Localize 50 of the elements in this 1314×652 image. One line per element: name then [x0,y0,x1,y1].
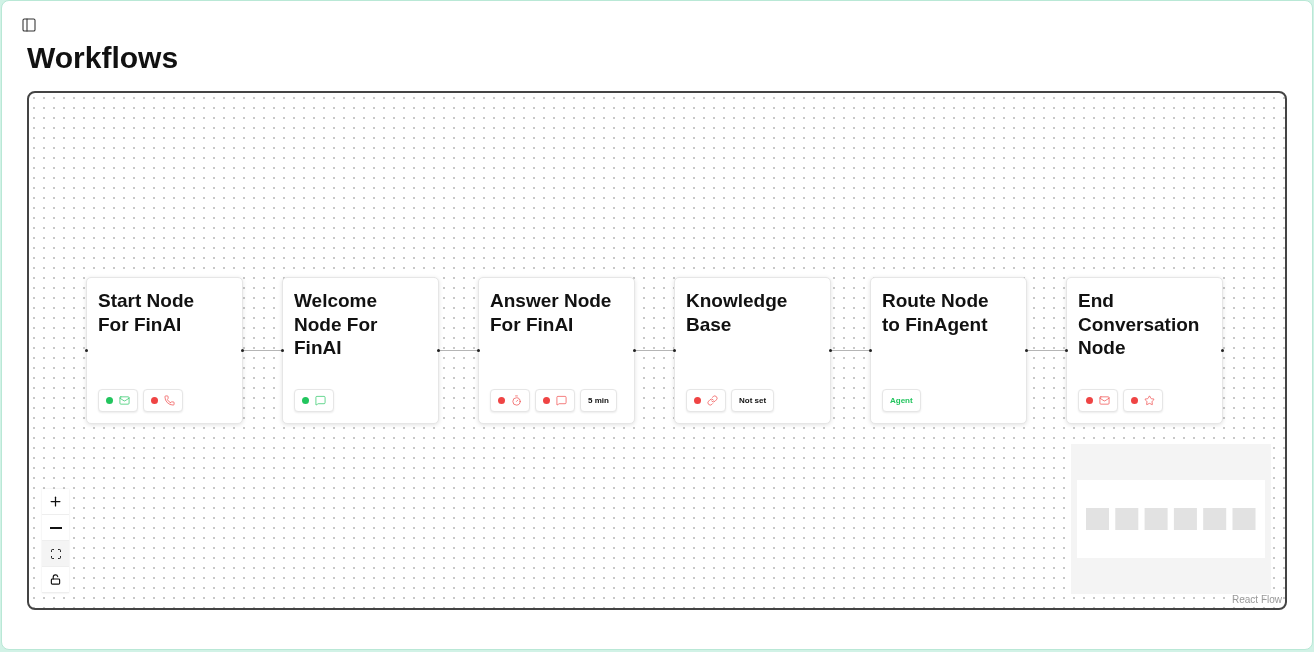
workflow-node[interactable]: Knowledge Base Not set [674,277,831,424]
workflow-node[interactable]: End Conversation Node [1066,277,1223,424]
node-handle[interactable] [633,349,636,352]
node-title: Answer Node For FinAI [490,289,613,336]
workflow-node[interactable]: Welcome Node For FinAI [282,277,439,424]
node-handle[interactable] [241,349,244,352]
chat-bubble-icon [556,395,567,406]
node-handle[interactable] [1221,349,1224,352]
node-handle[interactable] [1065,349,1068,352]
node-handle[interactable] [477,349,480,352]
fit-view-icon [49,547,62,560]
node-title: Start Node For FinAI [98,289,196,336]
lock-button[interactable] [42,567,69,593]
node-title: Welcome Node For FinAI [294,289,379,360]
workflow-node[interactable]: Start Node For FinAI [86,277,243,424]
mail-icon [119,395,130,406]
flow-canvas[interactable]: Start Node For FinAI Welcome Node For FinAI Answer Node For FinAI 5 min Knowledge Base Not set Route Node to FinAgent Agent End Conversation Node React Flow [27,91,1287,610]
node-tag: Agent [882,389,921,412]
edge-line [1027,350,1066,351]
node-title: Knowledge Base [686,289,789,336]
workflow-node[interactable]: Answer Node For FinAI 5 min [478,277,635,424]
minus-icon [49,526,62,529]
workflow-node[interactable]: Route Node to FinAgent Agent [870,277,1027,424]
plus-icon [48,494,63,509]
unlocked-padlock-icon [50,574,61,585]
node-title: End Conversation Node [1078,289,1201,360]
node-title: Route Node to FinAgent [882,289,990,336]
chat-bubble-icon [315,395,326,406]
zoom-in-button[interactable] [42,489,69,515]
node-handle[interactable] [673,349,676,352]
edge-line [635,350,674,351]
fit-view-button[interactable] [42,541,69,567]
edge-line [831,350,870,351]
node-handle[interactable] [281,349,284,352]
stopwatch-icon [511,395,522,406]
mail-icon [1099,395,1110,406]
node-tag: Not set [731,389,775,412]
node-handle[interactable] [437,349,440,352]
link-icon [707,395,718,406]
node-handle[interactable] [1025,349,1028,352]
phone-icon [164,395,175,406]
node-handle[interactable] [869,349,872,352]
edge-line [439,350,478,351]
star-icon [1144,395,1155,406]
node-handle[interactable] [829,349,832,352]
edge-line [243,350,282,351]
node-handle[interactable] [85,349,88,352]
zoom-out-button[interactable] [42,515,69,541]
node-tag: 5 min [580,389,617,412]
page-title: Workflows [27,41,180,75]
